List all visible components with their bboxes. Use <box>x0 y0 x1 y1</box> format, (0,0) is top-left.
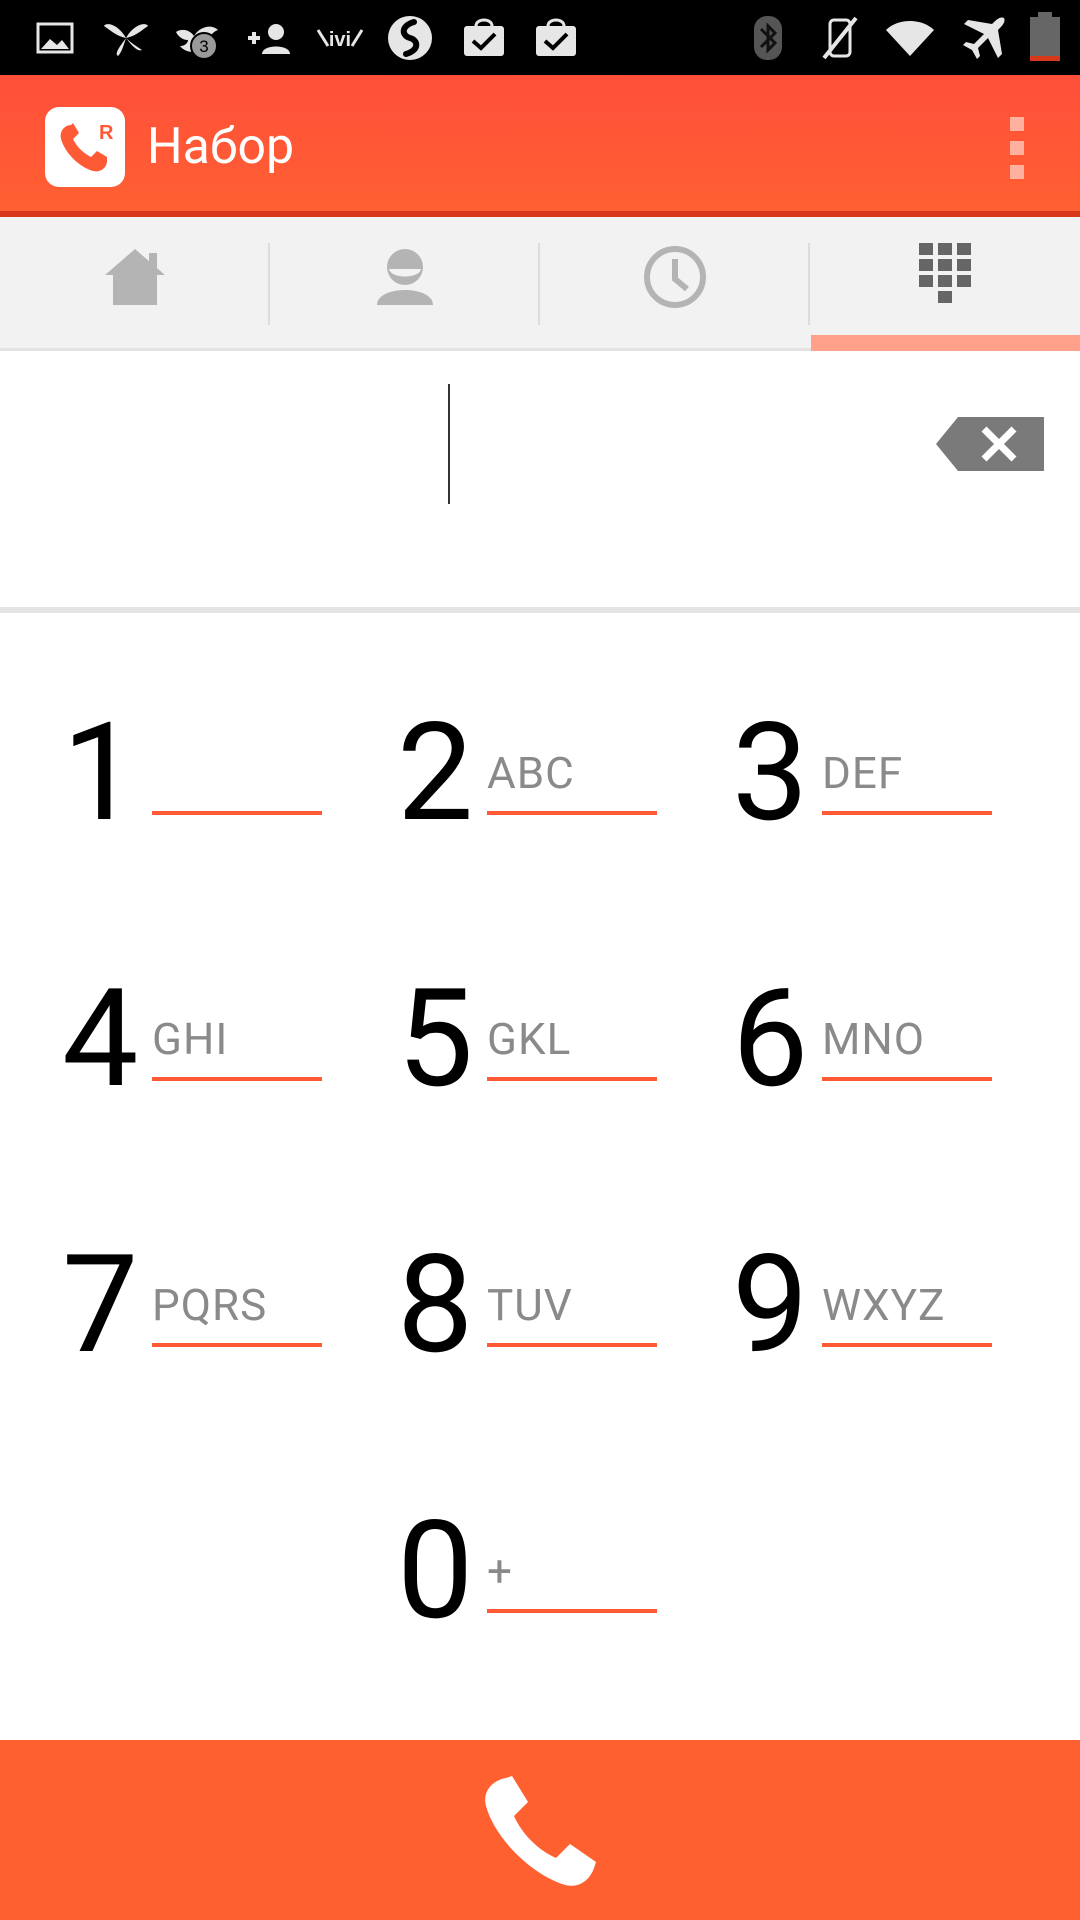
key-digit: 1 <box>62 694 139 853</box>
key-0[interactable]: 0 + <box>397 1502 697 1642</box>
key-underline <box>487 1609 657 1613</box>
key-8[interactable]: 8 TUV <box>397 1236 697 1376</box>
key-5[interactable]: 5 GKL <box>397 970 697 1110</box>
status-bar: 3 ivi <box>0 0 1080 75</box>
tab-bar <box>0 217 1080 351</box>
key-underline <box>822 811 992 815</box>
contact-icon <box>377 249 433 305</box>
app-logo: R <box>45 107 125 187</box>
gallery-icon <box>30 12 82 64</box>
phone-icon <box>476 1768 604 1896</box>
key-digit: 8 <box>397 1226 474 1385</box>
key-underline <box>487 1077 657 1081</box>
key-letters: GHI <box>152 1013 229 1065</box>
key-digit: 0 <box>397 1492 474 1651</box>
key-9[interactable]: 9 WXYZ <box>732 1236 1032 1376</box>
tab-dialpad[interactable] <box>810 217 1080 351</box>
overflow-menu-button[interactable] <box>1000 115 1034 181</box>
key-letters: GKL <box>487 1013 572 1065</box>
wifi-icon <box>884 12 936 64</box>
tab-history[interactable] <box>540 217 810 351</box>
key-digit: 4 <box>62 960 139 1119</box>
shopping-bag-check-icon <box>530 12 582 64</box>
key-digit: 7 <box>62 1226 139 1385</box>
home-icon <box>105 249 165 305</box>
tab-home[interactable] <box>0 217 270 351</box>
mute-icon <box>814 12 866 64</box>
key-underline <box>822 1077 992 1081</box>
key-letters: MNO <box>822 1013 926 1065</box>
key-2[interactable]: 2 ABC <box>397 704 697 844</box>
butterfly-icon <box>100 12 152 64</box>
key-7[interactable]: 7 PQRS <box>62 1236 362 1376</box>
key-underline <box>487 811 657 815</box>
page-title: Набор <box>147 118 295 176</box>
dialpad-icon <box>919 243 971 303</box>
battery-icon <box>1024 12 1066 64</box>
key-4[interactable]: 4 GHI <box>62 970 362 1110</box>
backspace-icon <box>936 417 1044 471</box>
key-underline <box>152 1077 322 1081</box>
key-digit: 6 <box>732 960 809 1119</box>
key-letters: ABC <box>487 747 575 799</box>
key-digit: 5 <box>397 960 474 1119</box>
svg-text:3: 3 <box>199 37 208 56</box>
backspace-button[interactable] <box>936 417 1044 471</box>
add-contact-icon <box>244 12 296 64</box>
bluetooth-icon <box>742 12 794 64</box>
phone-number-input[interactable] <box>0 354 1080 607</box>
svg-text:R: R <box>99 122 114 144</box>
shopping-bag-check-icon <box>458 12 510 64</box>
key-6[interactable]: 6 MNO <box>732 970 1032 1110</box>
key-underline <box>487 1343 657 1347</box>
clock-icon <box>644 246 706 308</box>
key-digit: 9 <box>732 1226 809 1385</box>
bird-notification-icon: 3 <box>172 12 224 64</box>
key-letters: + <box>487 1545 513 1597</box>
svg-text:ivi: ivi <box>329 29 351 51</box>
key-letters: DEF <box>822 747 904 799</box>
shazam-icon <box>384 12 436 64</box>
ivi-icon: ivi <box>314 12 366 64</box>
active-tab-indicator <box>811 335 1080 351</box>
key-3[interactable]: 3 DEF <box>732 704 1032 844</box>
airplane-icon <box>958 12 1010 64</box>
key-letters: TUV <box>487 1279 573 1331</box>
text-cursor <box>448 384 450 504</box>
key-underline <box>152 1343 322 1347</box>
key-letters: WXYZ <box>822 1279 946 1331</box>
key-digit: 2 <box>397 694 474 853</box>
key-letters: PQRS <box>152 1279 268 1331</box>
tab-contacts[interactable] <box>270 217 540 351</box>
key-underline <box>152 811 322 815</box>
input-divider <box>0 607 1080 613</box>
key-1[interactable]: 1 <box>62 704 362 844</box>
key-digit: 3 <box>732 694 809 853</box>
key-underline <box>822 1343 992 1347</box>
